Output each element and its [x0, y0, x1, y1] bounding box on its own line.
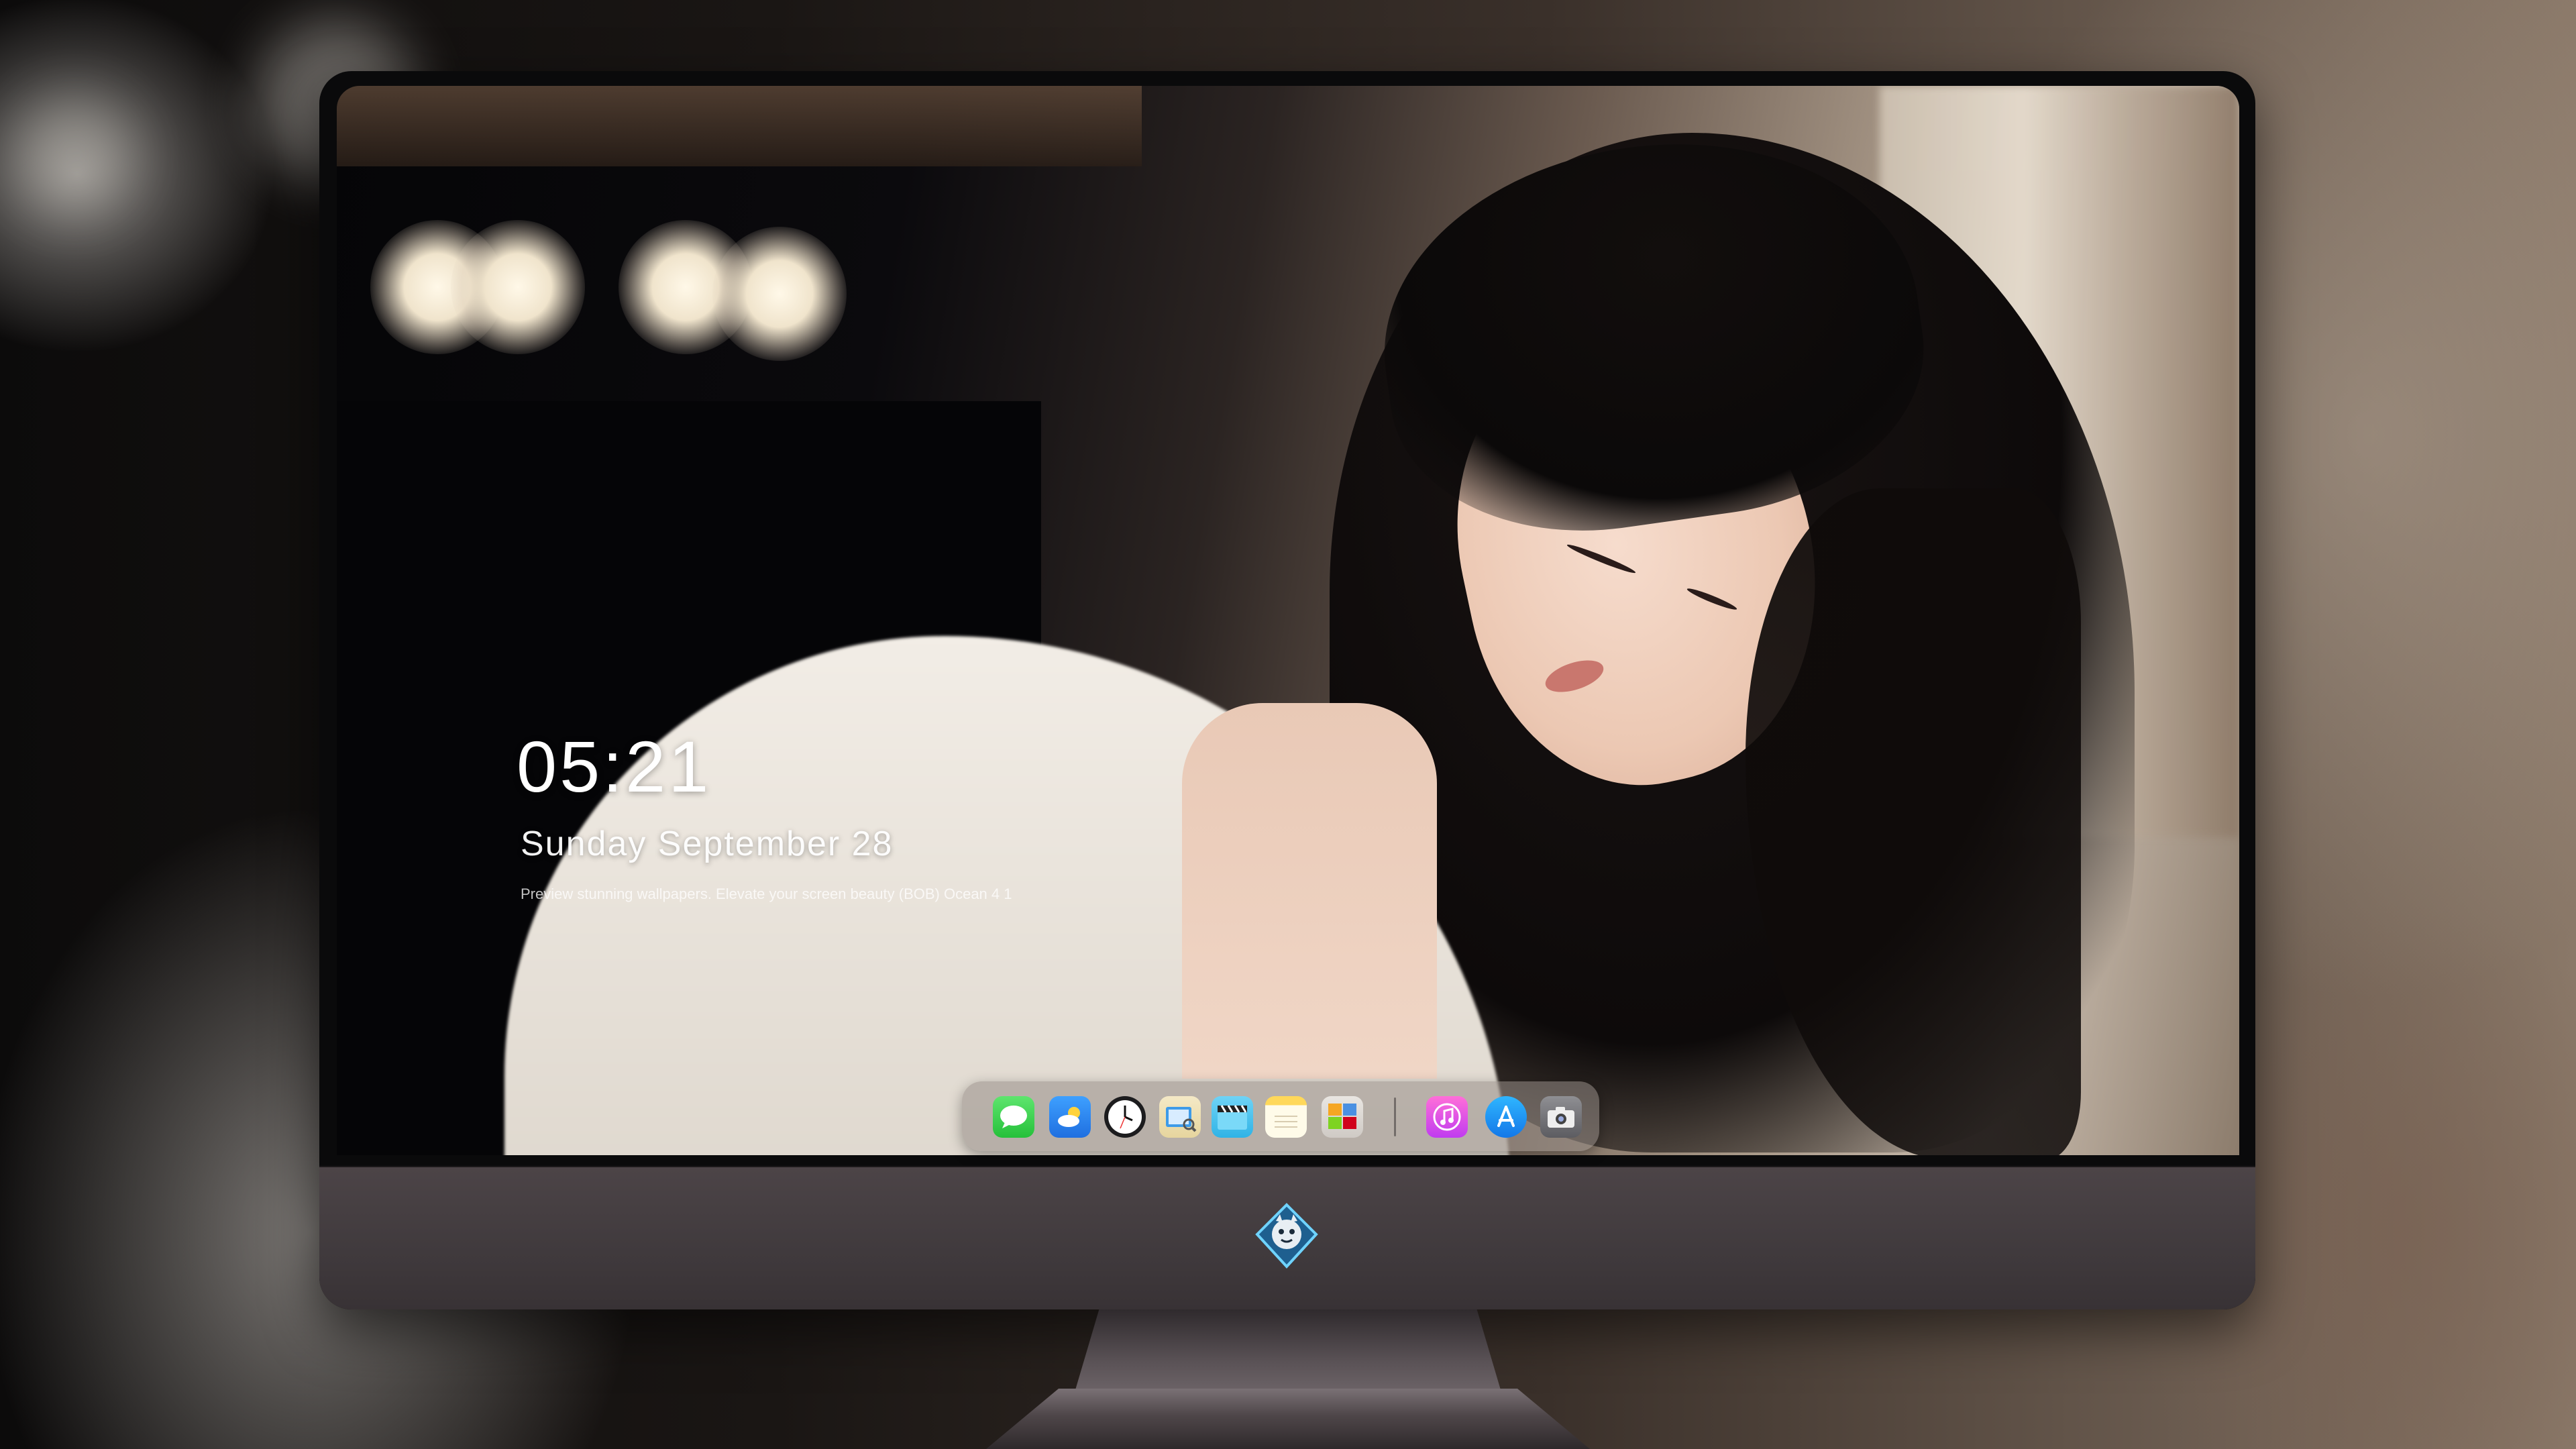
clock-icon[interactable]: [1104, 1096, 1146, 1138]
monitor-stand-base: [986, 1389, 1590, 1449]
monitor-stand-neck: [1073, 1309, 1503, 1397]
appstore-icon[interactable]: [1485, 1096, 1527, 1138]
camera-icon[interactable]: [1540, 1096, 1582, 1138]
lockscreen-tagline: Preview stunning wallpapers. Elevate you…: [521, 885, 1012, 902]
bokeh-light: [13, 94, 134, 215]
wallpaper: [337, 86, 2239, 1155]
wallpaper-lamp: [451, 220, 585, 354]
lockscreen-time: 05:21: [517, 726, 712, 807]
wallpaper-shelf: [337, 86, 1142, 166]
wallpaper-neck: [1182, 703, 1437, 1079]
dock-separator: [1394, 1097, 1396, 1136]
weather-icon[interactable]: [1049, 1096, 1091, 1138]
photobooth-icon[interactable]: [1322, 1096, 1363, 1138]
clapper-icon[interactable]: [1212, 1096, 1253, 1138]
messages-icon[interactable]: [993, 1096, 1034, 1138]
lockscreen-date: Sunday September 28: [521, 824, 894, 863]
music-icon[interactable]: [1426, 1096, 1468, 1138]
notes-icon[interactable]: [1265, 1096, 1307, 1138]
desktop-screen: [337, 86, 2239, 1155]
brand-logo-icon: [1252, 1201, 1322, 1271]
preview-icon[interactable]: [1159, 1096, 1201, 1138]
wallpaper-lamp: [712, 227, 847, 361]
